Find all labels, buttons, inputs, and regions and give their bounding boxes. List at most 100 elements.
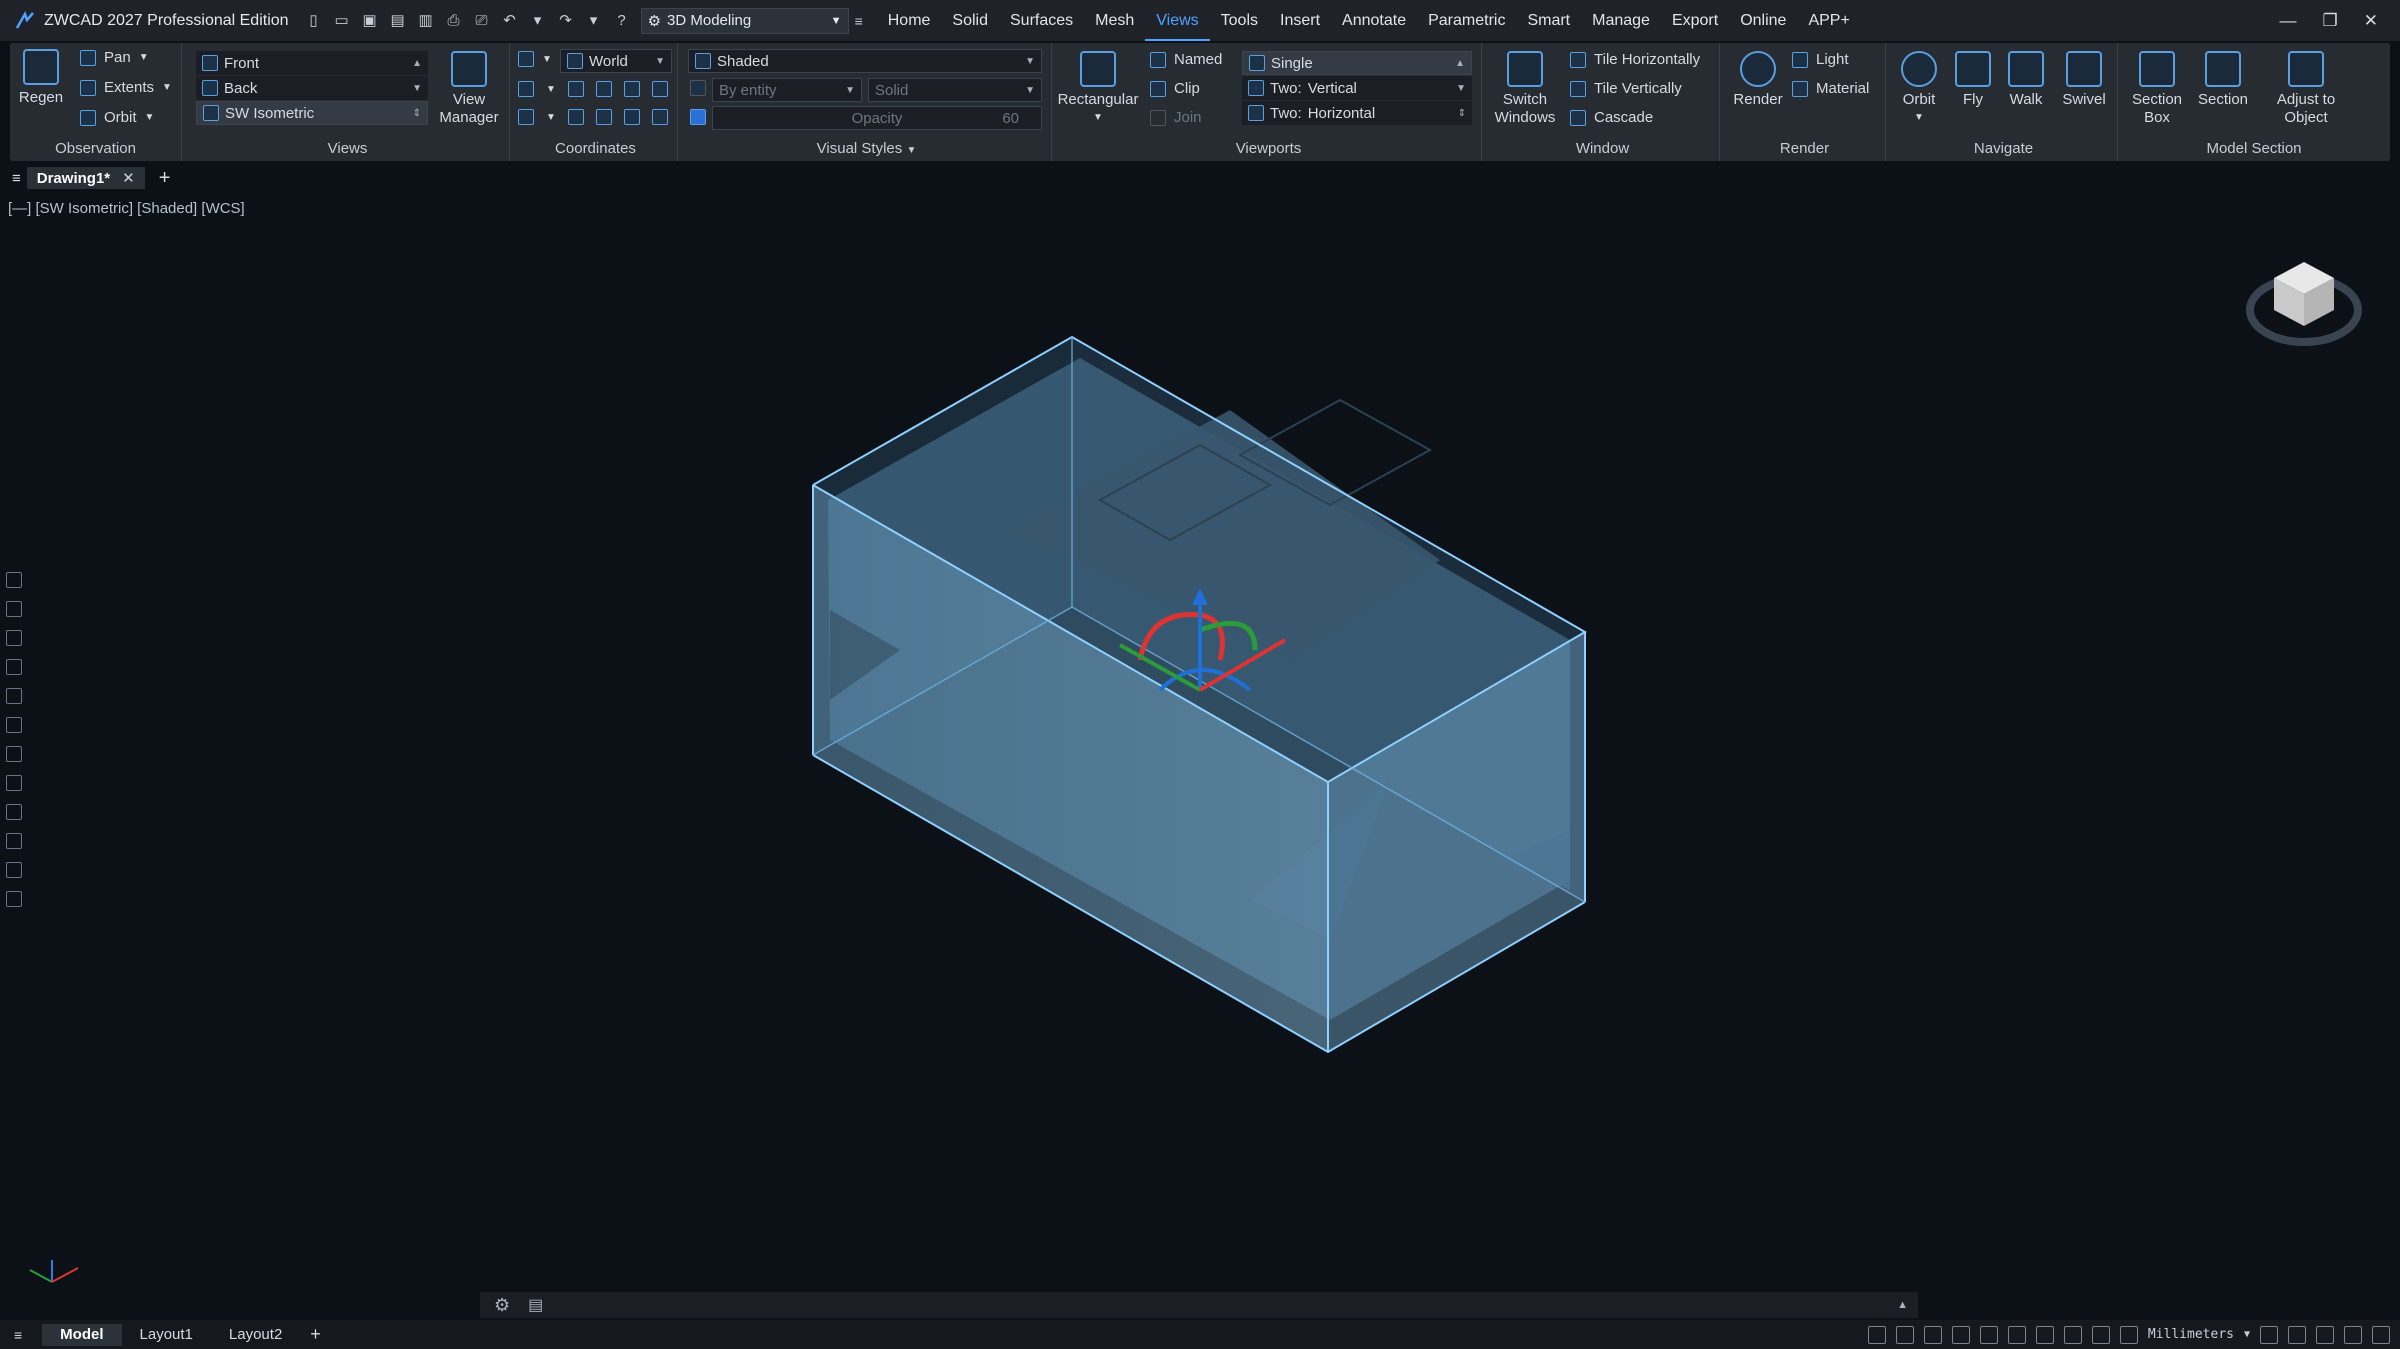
menu-export[interactable]: Export (1661, 0, 1729, 41)
undo-icon[interactable]: ↶ (501, 12, 519, 30)
save-icon[interactable]: ▣ (361, 12, 379, 30)
help-icon[interactable]: ? (613, 12, 631, 30)
ucs-x-icon[interactable] (567, 81, 584, 97)
dynamic-ucs-icon[interactable] (1979, 1325, 1998, 1344)
dynamic-input-icon[interactable] (2007, 1325, 2026, 1344)
close-icon[interactable]: ✕ (122, 169, 135, 187)
menu-online[interactable]: Online (1729, 0, 1797, 41)
workspace-dropdown[interactable]: ⚙ 3D Modeling ▼ (640, 7, 849, 34)
tile-vertically-button[interactable]: Tile Vertically (1570, 80, 1682, 97)
menu-views[interactable]: Views (1145, 0, 1210, 41)
ucs-dropdown[interactable]: World ▼ (560, 49, 672, 73)
cascade-button[interactable]: Cascade (1570, 109, 1653, 126)
clip-button[interactable]: Clip (1150, 80, 1200, 97)
viewport-config-single[interactable]: Single ▲ (1242, 51, 1472, 75)
orbit-button[interactable]: Orbit ▼ (1892, 51, 1946, 127)
menu-app-[interactable]: APP+ (1797, 0, 1860, 41)
view-cube[interactable] (2246, 262, 2362, 346)
units-label[interactable]: Millimeters (2148, 1327, 2234, 1342)
model-viewport[interactable] (0, 190, 2400, 1290)
swivel-button[interactable]: Swivel (2054, 51, 2114, 109)
ucs-3point-icon[interactable] (651, 81, 668, 97)
lineweight-icon[interactable] (2035, 1325, 2054, 1344)
layout-menu-icon[interactable]: ≡ (14, 1327, 22, 1343)
otrack-icon[interactable] (1951, 1325, 1970, 1344)
settings-icon[interactable] (2316, 1325, 2334, 1344)
menu-parametric[interactable]: Parametric (1417, 0, 1516, 41)
restore-icon[interactable]: ❐ (2323, 11, 2338, 31)
menu-annotate[interactable]: Annotate (1331, 0, 1417, 41)
ucs-face-icon[interactable] (595, 109, 612, 125)
tab-drawing1[interactable]: Drawing1* ✕ (26, 167, 145, 189)
annotation-visibility-icon[interactable] (2260, 1325, 2278, 1344)
new-file-icon[interactable]: ▯ (305, 12, 323, 30)
section-button[interactable]: Section (2192, 51, 2254, 109)
chevron-down-icon[interactable]: ▼ (546, 112, 556, 123)
save-all-icon[interactable]: ▥ (417, 12, 435, 30)
ucs-previous-icon[interactable] (623, 109, 640, 125)
undo-dropdown-icon[interactable]: ▾ (529, 12, 547, 30)
ucs-button[interactable]: ▼ (518, 51, 552, 67)
visual-style-dropdown[interactable]: Shaded ▼ (688, 49, 1042, 73)
fullscreen-icon[interactable] (2344, 1325, 2362, 1344)
scroll-up-icon[interactable]: ▲ (412, 58, 422, 69)
opacity-slider[interactable]: Opacity 60 (712, 106, 1042, 130)
open-file-icon[interactable]: ▭ (333, 12, 351, 30)
walk-button[interactable]: Walk (2000, 51, 2052, 109)
viewport-config-two-horizontal[interactable]: Two: Horizontal ⇕ (1242, 101, 1472, 125)
layout-tab-layout1[interactable]: Layout1 (122, 1324, 211, 1346)
section-box[interactable] (812, 335, 1587, 1054)
selection-cycling-icon[interactable] (2091, 1325, 2110, 1344)
menu-mesh[interactable]: Mesh (1084, 0, 1145, 41)
tab-menu-icon[interactable]: ≡ (12, 170, 21, 187)
layout-tab-layout2[interactable]: Layout2 (211, 1324, 300, 1346)
render-button[interactable]: Render (1728, 51, 1788, 109)
command-line[interactable]: ⚙ ▤ ▲ (480, 1292, 1918, 1318)
add-layout-icon[interactable]: + (310, 1324, 321, 1345)
ucs-object-icon[interactable] (567, 109, 584, 125)
layout-tab-model[interactable]: Model (42, 1323, 122, 1346)
scroll-down-icon[interactable]: ▼ (1456, 83, 1466, 94)
customize-toolbar-icon[interactable]: ≡ (855, 13, 863, 29)
chevron-up-icon[interactable]: ▲ (1897, 1299, 1908, 1311)
scroll-up-icon[interactable]: ▲ (1455, 58, 1465, 69)
expand-icon[interactable]: ⇕ (1458, 108, 1466, 119)
menu-surfaces[interactable]: Surfaces (999, 0, 1084, 41)
face-style-dropdown[interactable]: Solid ▼ (868, 78, 1042, 102)
scroll-down-icon[interactable]: ▼ (412, 83, 422, 94)
pan-button[interactable]: Pan ▼ (80, 49, 149, 66)
light-button[interactable]: Light (1792, 51, 1849, 68)
extents-button[interactable]: Extents ▼ (80, 79, 172, 96)
save-as-icon[interactable]: ▤ (389, 12, 407, 30)
chevron-down-icon[interactable]: ▼ (546, 84, 556, 95)
transparency-icon[interactable] (2063, 1325, 2082, 1344)
menu-solid[interactable]: Solid (941, 0, 999, 41)
view-manager-button[interactable]: View Manager (434, 51, 504, 127)
section-box-button[interactable]: Section Box (2124, 51, 2190, 127)
annotation-scale-icon[interactable] (2119, 1325, 2138, 1344)
fly-button[interactable]: Fly (1948, 51, 1998, 109)
menu-manage[interactable]: Manage (1581, 0, 1661, 41)
viewport-config-two-vertical[interactable]: Two: Vertical ▼ (1242, 76, 1472, 100)
chevron-down-icon[interactable]: ▼ (2244, 1329, 2250, 1340)
redo-icon[interactable]: ↷ (557, 12, 575, 30)
opacity-icon[interactable] (690, 109, 706, 125)
ucs-y-icon[interactable] (595, 81, 612, 97)
material-button[interactable]: Material (1792, 80, 1869, 97)
gear-icon[interactable]: ⚙ (494, 1295, 510, 1316)
panel-title-visual-styles[interactable]: Visual Styles ▼ (682, 140, 1051, 157)
minimize-icon[interactable]: — (2280, 11, 2297, 31)
ortho-icon[interactable] (1867, 1325, 1886, 1344)
customize-icon[interactable] (2372, 1325, 2390, 1344)
menu-tools[interactable]: Tools (1210, 0, 1269, 41)
view-item-front[interactable]: Front ▲ (196, 51, 428, 75)
join-button[interactable]: Join (1150, 109, 1202, 126)
polar-icon[interactable] (1895, 1325, 1914, 1344)
plot-icon[interactable]: ⎚ (473, 12, 491, 30)
command-history-icon[interactable]: ▤ (528, 1295, 543, 1315)
view-item-sw-isometric[interactable]: SW Isometric ⇕ (196, 101, 428, 125)
orbit-small-button[interactable]: Orbit ▼ (80, 109, 154, 126)
color-dropdown[interactable]: By entity ▼ (712, 78, 862, 102)
add-tab-icon[interactable]: + (159, 167, 171, 190)
print-icon[interactable]: ⎙ (445, 12, 463, 30)
